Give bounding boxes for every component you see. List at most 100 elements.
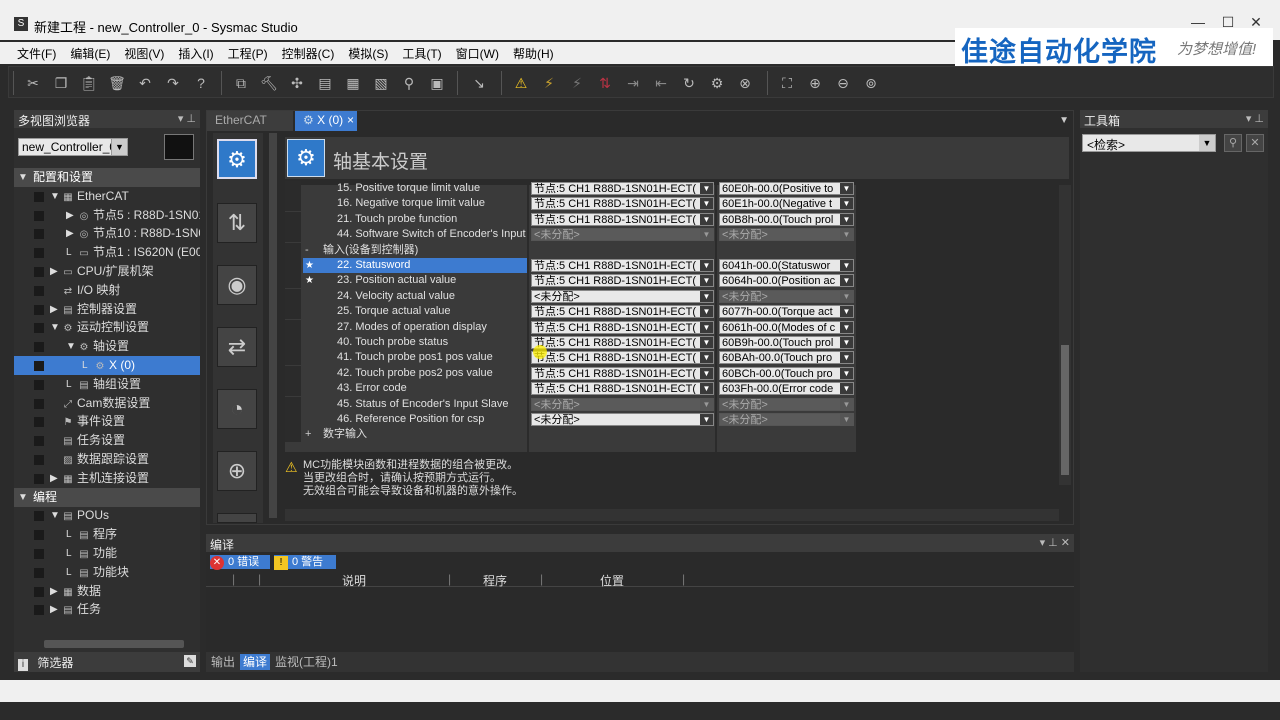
zoom-out-icon[interactable]: ⊖ — [833, 73, 853, 93]
vertical-scrollbar[interactable] — [1059, 185, 1071, 485]
grid-row[interactable]: 27. Modes of operation display 节点:5 CH1 R… — [285, 319, 856, 335]
grid-row[interactable]: 16. Negative torque limit value 节点:5 CH1 … — [285, 196, 856, 212]
expand-arrow-icon[interactable]: ▼ — [50, 187, 60, 206]
transfer2-icon[interactable]: ⇤ — [651, 73, 671, 93]
tree-checkbox[interactable] — [34, 379, 44, 390]
close-icon[interactable]: × — [347, 113, 354, 127]
grid-row[interactable]: 输入(设备到控制器) - — [285, 242, 856, 258]
tree-checkbox[interactable] — [34, 248, 44, 259]
collapse-arrow-icon[interactable]: ▶ — [66, 224, 74, 243]
delete-icon[interactable]: 🗑︎ — [107, 73, 127, 93]
menu-item[interactable]: 插入(I) — [171, 42, 220, 64]
grid-row[interactable]: 45. Status of Encoder's Input Slave <未分配>… — [285, 396, 856, 412]
tree-item[interactable]: L ▤ 轴组设置 — [14, 375, 200, 394]
help-icon[interactable]: ? — [191, 73, 211, 93]
tab-list-chevron-icon[interactable]: ▼ — [1059, 115, 1069, 126]
tree-checkbox[interactable] — [34, 586, 44, 597]
grid-row[interactable]: 15. Positive torque limit value 节点:5 CH1 … — [285, 181, 856, 196]
controller-status-icon[interactable] — [164, 134, 194, 160]
search-icon[interactable]: ⚲ — [1224, 134, 1242, 152]
menu-item[interactable]: 视图(V) — [117, 42, 171, 64]
menu-item[interactable]: 控制器(C) — [275, 42, 342, 64]
controller-icon[interactable]: ▣ — [427, 73, 447, 93]
limit-settings-icon[interactable]: ◔ — [217, 389, 257, 429]
tree-item[interactable]: ⇄ I/O 映射 — [14, 281, 200, 300]
tab-axis-x0[interactable]: ⚙ X (0) × — [295, 111, 357, 131]
tree-item[interactable]: L ⚙ X (0) — [14, 356, 200, 375]
device-select[interactable]: 节点:5 CH1 R88D-1SN01H-ECT(▼ — [531, 366, 714, 380]
grid-row[interactable]: 22. Statusword ★ 节点:5 CH1 R88D-1SN01H-ECT(… — [285, 258, 856, 273]
position-count-icon[interactable]: ⊕ — [217, 451, 257, 491]
expand-arrow-icon[interactable]: ▼ — [18, 488, 28, 507]
more-settings-icon[interactable] — [217, 513, 257, 523]
device-select[interactable]: 节点:5 CH1 R88D-1SN01H-ECT(▼ — [531, 197, 714, 211]
tree-item[interactable]: ▼ ⚙ 运动控制设置 — [14, 318, 200, 337]
clear-icon[interactable]: ✕ — [1246, 134, 1264, 152]
device-select[interactable]: 节点:5 CH1 R88D-1SN01H-ECT(▼ — [531, 320, 714, 334]
collapse-arrow-icon[interactable]: ▶ — [66, 206, 74, 225]
tree-checkbox[interactable] — [34, 567, 44, 578]
grid-row[interactable]: 数字输入 + — [285, 427, 856, 443]
device-select[interactable]: 节点:5 CH1 R88D-1SN01H-ECT(▼ — [531, 212, 714, 226]
menu-item[interactable]: 文件(F) — [10, 42, 63, 64]
unit-conversion-icon[interactable]: ⇅ — [217, 203, 257, 243]
expand-arrow-icon[interactable]: ▼ — [50, 506, 60, 525]
nav-scrollbar[interactable] — [269, 133, 277, 518]
device-select[interactable]: 节点:5 CH1 R88D-1SN01H-ECT(▼ — [531, 382, 714, 396]
cut-icon[interactable]: ✂ — [23, 73, 43, 93]
tree-item[interactable]: ⤢ Cam数据设置 — [14, 394, 200, 413]
tree-item[interactable]: ▼ ▤ POUs — [14, 506, 200, 525]
tree-checkbox[interactable] — [34, 304, 44, 315]
warning-icon[interactable]: ⚠ — [511, 73, 531, 93]
reset-icon[interactable]: ↻ — [679, 73, 699, 93]
data-trace-icon[interactable]: ▧ — [371, 73, 391, 93]
tree-item[interactable]: L ▤ 功能 — [14, 544, 200, 563]
grid-row[interactable]: 41. Touch probe pos1 pos value 节点:5 CH1 R… — [285, 350, 856, 366]
build-icon[interactable]: ⧉ — [231, 73, 251, 93]
tree-checkbox[interactable] — [34, 342, 44, 353]
device-select[interactable]: 节点:5 CH1 R88D-1SN01H-ECT(▼ — [531, 351, 714, 365]
pointer-icon[interactable]: ↘ — [469, 73, 489, 93]
scrollbar-thumb[interactable] — [1061, 345, 1069, 475]
compare-icon[interactable]: ▤ — [315, 73, 335, 93]
menu-item[interactable]: 工具(T) — [395, 42, 448, 64]
redo-icon[interactable]: ↷ — [163, 73, 183, 93]
tree-checkbox[interactable] — [34, 285, 44, 296]
expand-icon[interactable]: + — [305, 427, 311, 442]
online-icon[interactable]: ⚡ — [539, 73, 559, 93]
tree-item[interactable]: ⚑ 事件设置 — [14, 412, 200, 431]
device-select[interactable]: <未分配> ▼ — [531, 289, 714, 303]
tree-item[interactable]: L ▤ 功能块 — [14, 563, 200, 582]
column-program[interactable]: 程序 — [483, 572, 507, 589]
paste-icon[interactable]: 📋︎ — [79, 73, 99, 93]
collapse-arrow-icon[interactable]: ▶ — [50, 262, 58, 281]
collapse-arrow-icon[interactable]: ▶ — [50, 469, 58, 488]
grid-row[interactable]: 25. Torque actual value 节点:5 CH1 R88D-1SN… — [285, 304, 856, 320]
column-description[interactable]: 说明 — [342, 572, 366, 589]
tree-item[interactable]: ▶ ▦ 主机连接设置 — [14, 469, 200, 488]
process-data-select[interactable]: <未分配> ▼ — [719, 289, 854, 303]
tree-checkbox[interactable] — [34, 436, 44, 447]
collapse-arrow-icon[interactable]: L — [66, 375, 72, 394]
tree-item[interactable]: ▶ ◎ 节点10 : R88D-1SN0 — [14, 224, 200, 243]
process-data-select[interactable]: <未分配> ▼ — [719, 228, 854, 242]
grid-row[interactable]: 23. Position actual value ★ 节点:5 CH1 R88D-… — [285, 273, 856, 289]
tree-checkbox[interactable] — [34, 511, 44, 522]
collapse-arrow-icon[interactable]: L — [66, 525, 72, 544]
collapse-arrow-icon[interactable]: ▶ — [50, 300, 58, 319]
axis-basic-settings-icon[interactable]: ⚙ — [217, 139, 257, 179]
tab-ethercat[interactable]: EtherCAT — [207, 111, 293, 131]
collapse-arrow-icon[interactable]: L — [66, 544, 72, 563]
process-data-select[interactable]: 60B9h-00.0(Touch prol ▼ — [719, 336, 854, 349]
grid-row[interactable]: 40. Touch probe status 节点:5 CH1 R88D-1SN0… — [285, 335, 856, 350]
process-data-select[interactable]: <未分配> ▼ — [719, 397, 854, 411]
process-data-select[interactable]: 603Fh-00.0(Error code ▼ — [719, 382, 854, 396]
expand-arrow-icon[interactable]: ▼ — [66, 337, 76, 356]
process-data-select[interactable]: 6064h-00.0(Position ac ▼ — [719, 274, 854, 288]
grid-row[interactable]: 21. Touch probe function 节点:5 CH1 R88D-1S… — [285, 211, 856, 227]
device-select[interactable]: 节点:5 CH1 R88D-1SN01H-ECT(▼ — [531, 274, 714, 288]
other-settings-icon[interactable]: ⇄ — [217, 327, 257, 367]
tree-item[interactable]: ▶ ▤ 任务 — [14, 600, 200, 619]
zoom-reset-icon[interactable]: ⊚ — [861, 73, 881, 93]
grid-row[interactable]: 24. Velocity actual value <未分配> ▼ <未分配> ▼ — [285, 288, 856, 304]
